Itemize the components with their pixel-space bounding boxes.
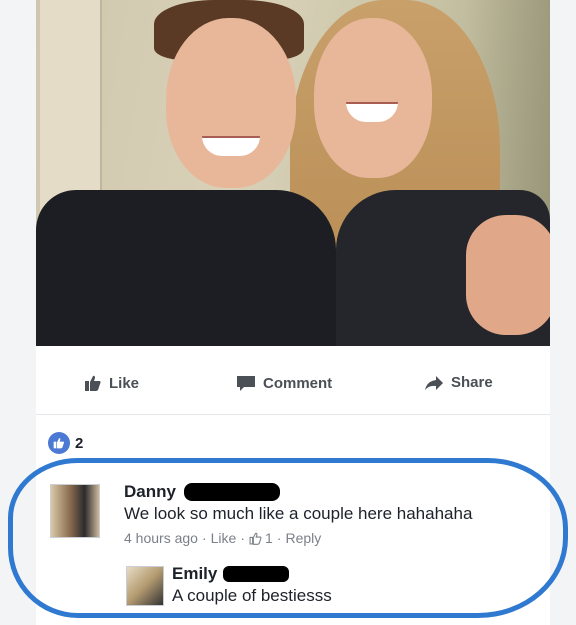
photo-arm [466,215,550,335]
thumbs-up-icon [85,375,101,391]
photo-face-woman [314,18,432,178]
reaction-count: 2 [75,434,84,452]
reaction-summary[interactable]: 2 [48,432,83,454]
comment-icon [237,376,255,391]
like-button[interactable]: Like [84,374,139,392]
highlight-circle [8,458,568,618]
comment-button[interactable]: Comment [236,374,332,392]
share-button[interactable]: Share [424,374,493,391]
like-reaction-icon [48,432,70,454]
photo-face-man [166,18,296,188]
comment-label: Comment [263,374,333,392]
photo-shirt-man [36,190,336,346]
post-photo[interactable] [36,0,550,346]
share-label: Share [451,374,493,391]
share-arrow-icon [425,375,443,390]
action-bar: Like Comment Share [36,356,550,415]
like-label: Like [109,374,140,392]
